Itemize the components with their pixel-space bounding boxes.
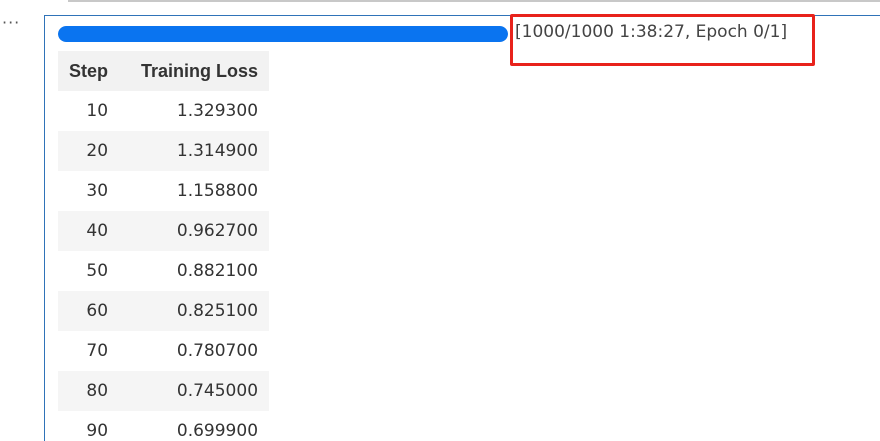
more-horizontal-icon[interactable]: ··· xyxy=(2,15,24,31)
table-row: 20 1.314900 xyxy=(58,131,270,171)
status-highlight-box xyxy=(510,14,815,66)
loss-cell: 0.745000 xyxy=(119,371,270,411)
loss-cell: 0.882100 xyxy=(119,251,270,291)
training-progress-fill xyxy=(58,26,508,42)
training-progress-bar xyxy=(58,26,508,42)
table-row: 70 0.780700 xyxy=(58,331,270,371)
loss-cell: 0.780700 xyxy=(119,331,270,371)
step-cell: 10 xyxy=(58,91,120,131)
column-header-step: Step xyxy=(58,51,120,91)
loss-cell: 0.825100 xyxy=(119,291,270,331)
table-row: 50 0.882100 xyxy=(58,251,270,291)
table-row: 90 0.699900 xyxy=(58,411,270,441)
column-header-training-loss: Training Loss xyxy=(119,51,270,91)
cell-top-divider xyxy=(68,0,880,2)
step-cell: 70 xyxy=(58,331,120,371)
step-cell: 40 xyxy=(58,211,120,251)
table-header-row: Step Training Loss xyxy=(58,51,270,91)
step-cell: 90 xyxy=(58,411,120,441)
step-cell: 20 xyxy=(58,131,120,171)
step-cell: 50 xyxy=(58,251,120,291)
table-row: 40 0.962700 xyxy=(58,211,270,251)
step-cell: 60 xyxy=(58,291,120,331)
loss-cell: 1.329300 xyxy=(119,91,270,131)
loss-cell: 0.699900 xyxy=(119,411,270,441)
loss-cell: 0.962700 xyxy=(119,211,270,251)
training-loss-table: Step Training Loss 10 1.329300 20 1.3149… xyxy=(58,51,270,441)
table-row: 60 0.825100 xyxy=(58,291,270,331)
loss-cell: 1.158800 xyxy=(119,171,270,211)
table-row: 10 1.329300 xyxy=(58,91,270,131)
step-cell: 80 xyxy=(58,371,120,411)
table-row: 80 0.745000 xyxy=(58,371,270,411)
loss-cell: 1.314900 xyxy=(119,131,270,171)
notebook-output-page: ··· [1000/1000 1:38:27, Epoch 0/1] Step … xyxy=(0,0,880,441)
table-row: 30 1.158800 xyxy=(58,171,270,211)
step-cell: 30 xyxy=(58,171,120,211)
